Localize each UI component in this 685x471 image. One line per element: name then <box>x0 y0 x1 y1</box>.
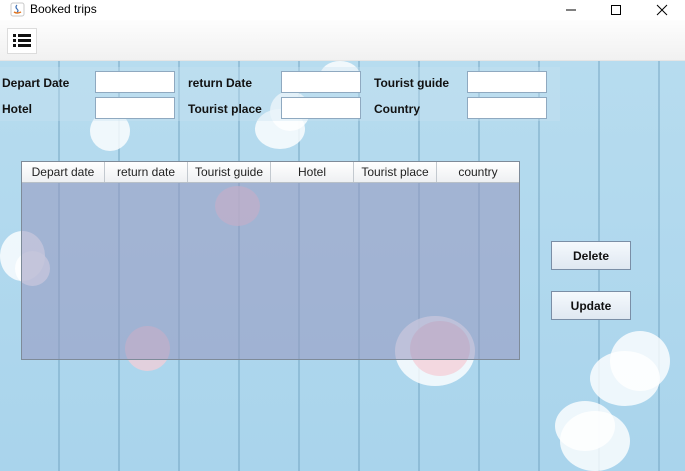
bookings-table[interactable]: Depart date return date Tourist guide Ho… <box>21 161 520 360</box>
hotel-field[interactable] <box>95 97 175 119</box>
maximize-button[interactable] <box>593 0 639 20</box>
tourist-place-label: Tourist place <box>188 102 262 116</box>
country-label: Country <box>374 102 420 116</box>
tourist-guide-field[interactable] <box>467 71 547 93</box>
column-header-depart-date[interactable]: Depart date <box>22 162 105 182</box>
list-icon <box>13 33 31 50</box>
java-icon <box>10 2 25 17</box>
maximize-icon <box>610 4 622 16</box>
table-header: Depart date return date Tourist guide Ho… <box>22 162 519 183</box>
minimize-button[interactable] <box>548 0 594 20</box>
return-date-label: return Date <box>188 76 253 90</box>
tourist-place-field[interactable] <box>281 97 361 119</box>
column-header-tourist-place[interactable]: Tourist place <box>354 162 437 182</box>
tourist-guide-label: Tourist guide <box>374 76 450 90</box>
depart-date-label: Depart Date <box>2 76 70 90</box>
column-header-tourist-guide[interactable]: Tourist guide <box>188 162 271 182</box>
column-header-country[interactable]: country <box>437 162 519 182</box>
menu-button[interactable] <box>7 28 37 54</box>
close-button[interactable] <box>639 0 685 20</box>
column-header-hotel[interactable]: Hotel <box>271 162 354 182</box>
update-button[interactable]: Update <box>551 291 631 320</box>
country-field[interactable] <box>467 97 547 119</box>
minimize-icon <box>565 4 577 16</box>
toolbar <box>0 20 685 61</box>
column-header-return-date[interactable]: return date <box>105 162 188 182</box>
close-icon <box>656 4 668 16</box>
title-bar: Booked trips <box>0 0 685 20</box>
return-date-field[interactable] <box>281 71 361 93</box>
delete-button[interactable]: Delete <box>551 241 631 270</box>
hotel-label: Hotel <box>2 102 32 116</box>
content-panel: Depart Date return Date Tourist guide Ho… <box>0 61 685 471</box>
depart-date-field[interactable] <box>95 71 175 93</box>
window-title: Booked trips <box>30 2 97 16</box>
